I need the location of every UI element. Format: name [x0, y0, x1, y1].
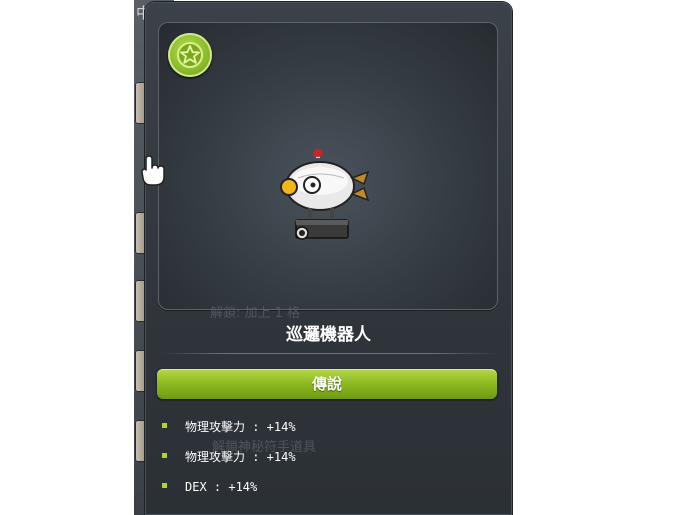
- potential-line: DEX : +14%: [162, 480, 257, 498]
- potential-text: 物理攻擊力 : +14%: [185, 450, 296, 464]
- potential-line: 物理攻擊力 : +14%: [162, 418, 296, 436]
- bullet-icon: [162, 483, 167, 488]
- rarity-bar: 傳說: [157, 369, 497, 399]
- potential-text: 物理攻擊力 : +14%: [185, 420, 296, 434]
- patrol-robot-icon: [278, 148, 378, 248]
- bullet-icon: [162, 453, 167, 458]
- item-name: 巡邏機器人: [286, 325, 371, 345]
- ghost-text: 解鎖: 加上 1 格: [210, 306, 301, 321]
- bullet-icon: [162, 423, 167, 428]
- potential-line: 物理攻擊力 : +14%: [162, 448, 296, 466]
- star-icon: [168, 33, 212, 77]
- potential-text: DEX : +14%: [185, 480, 258, 494]
- divider: [160, 353, 498, 354]
- hand-cursor-icon: [140, 155, 166, 187]
